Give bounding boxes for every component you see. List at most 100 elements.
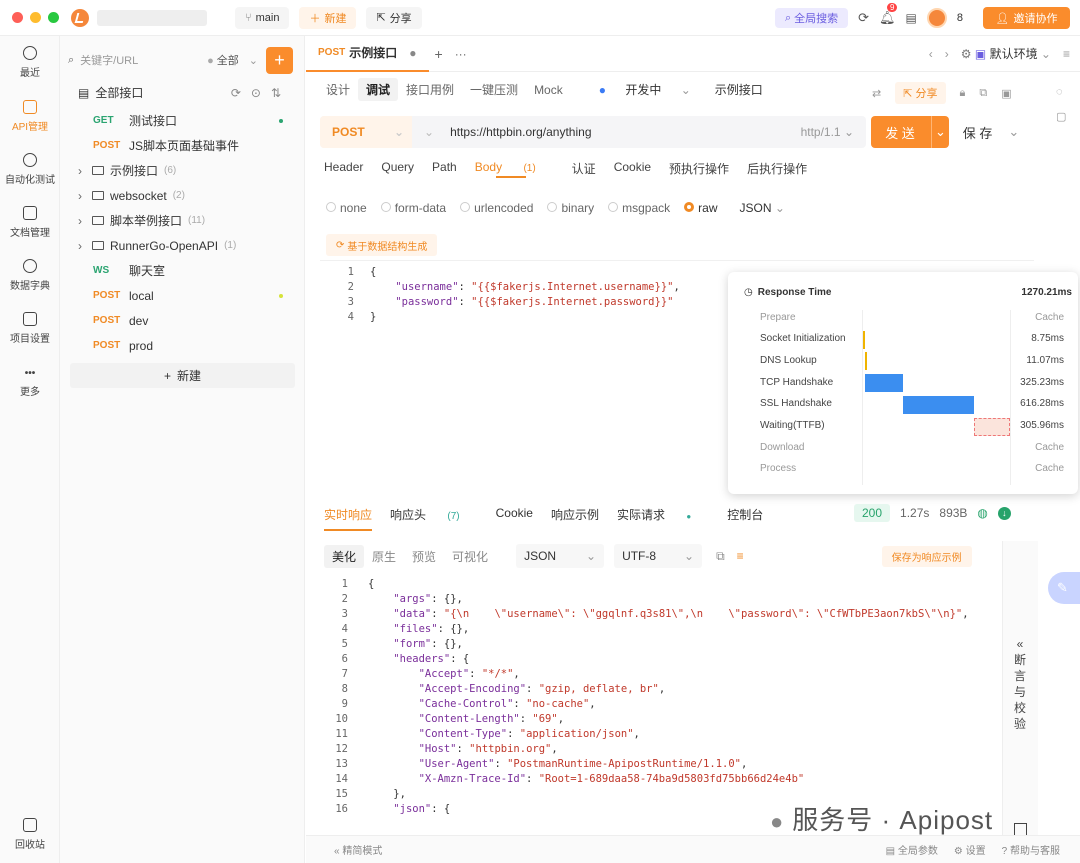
global-params-button[interactable]: ▤ 全局参数 xyxy=(886,842,938,857)
raw-format-select[interactable]: JSON ⌄ xyxy=(740,201,785,215)
minimize-window-button[interactable] xyxy=(30,12,41,23)
view-preview[interactable]: 预览 xyxy=(404,548,444,565)
method-select[interactable]: POST ⌄ xyxy=(320,116,412,148)
api-name[interactable]: 示例接口 xyxy=(707,81,771,98)
tree-item[interactable]: POST local xyxy=(60,283,305,308)
tree-filter-select[interactable]: ● 全部 ⌄ xyxy=(207,52,258,68)
nav-api-management[interactable]: API管理 xyxy=(0,90,60,143)
tab-live-response[interactable]: 实时响应 xyxy=(324,506,373,531)
send-button[interactable]: 发 送 ⌄ xyxy=(871,116,949,148)
help-button[interactable]: ? 帮助与客服 xyxy=(1002,842,1060,857)
tree-search-input[interactable]: ⌕ 关键字/URL ● 全部 ⌄ xyxy=(68,46,258,74)
tab-post-script[interactable]: 后执行操作 xyxy=(747,160,807,177)
tree-root[interactable]: ▤ 全部接口 ⟳⊙⇅ xyxy=(60,80,305,105)
menu-icon[interactable]: ≡ xyxy=(1063,47,1070,61)
assert-panel-toggle[interactable]: « 断言与校验 xyxy=(1002,541,1038,841)
tree-folder[interactable]: › RunnerGo-OpenAPI (1) xyxy=(60,233,305,258)
new-button[interactable]: ＋新建 xyxy=(299,6,357,29)
chevron-down-icon[interactable]: ⌄ xyxy=(424,125,434,139)
invite-button[interactable]: 👤︎ 邀请协作 xyxy=(983,7,1070,29)
tree-item[interactable]: POST JS脚本页面基础事件 xyxy=(60,133,305,158)
next-tab-icon[interactable]: › xyxy=(945,47,949,61)
global-search-button[interactable]: ⌕ 全局搜索 xyxy=(774,8,849,28)
tree-item[interactable]: WS 聊天室 xyxy=(60,258,305,283)
tree-item[interactable]: POST prod xyxy=(60,333,305,358)
maximize-window-button[interactable] xyxy=(48,12,59,23)
subtab-mock[interactable]: Mock xyxy=(526,83,571,97)
tab-response-headers[interactable]: 响应头 (7) xyxy=(390,506,478,531)
status-select[interactable]: ● 开发中 ⌄ xyxy=(583,81,707,98)
nav-automation[interactable]: 自动化测试 xyxy=(0,143,60,196)
add-api-button[interactable]: + xyxy=(266,47,293,74)
tab-actual-request[interactable]: 实际请求 ● xyxy=(617,506,709,531)
wrap-icon[interactable]: ≡ xyxy=(737,549,744,563)
url-input[interactable]: https://httpbin.org/anything xyxy=(450,125,591,139)
tab-response-cookie[interactable]: Cookie xyxy=(496,506,533,531)
close-window-button[interactable] xyxy=(12,12,23,23)
subtab-cases[interactable]: 接口用例 xyxy=(398,81,462,98)
subtab-design[interactable]: 设计 xyxy=(318,81,358,98)
notification-icon[interactable]: 🔔︎ 9 xyxy=(879,3,898,26)
tab-query[interactable]: Query xyxy=(381,160,414,177)
view-visual[interactable]: 可视化 xyxy=(444,548,496,565)
nav-trash[interactable]: 回收站 xyxy=(0,808,60,861)
tab-example-api[interactable]: POST 示例接口 ● xyxy=(306,35,429,72)
view-raw[interactable]: 原生 xyxy=(364,548,404,565)
tree-item[interactable]: POST dev xyxy=(60,308,305,333)
radio-raw[interactable]: raw xyxy=(684,201,718,215)
tab-path[interactable]: Path xyxy=(432,160,457,177)
avatar[interactable] xyxy=(926,8,947,28)
format-icon[interactable]: ⇄ xyxy=(872,87,881,100)
tab-pre-script[interactable]: 预执行操作 xyxy=(669,160,729,177)
generate-from-schema-button[interactable]: ⟳ 基于数据结构生成 xyxy=(326,234,438,256)
share-button[interactable]: ⇱ 分享 xyxy=(366,6,422,29)
save-as-example-button[interactable]: 保存为响应示例 xyxy=(881,545,972,567)
globe-icon[interactable]: ◍ xyxy=(977,506,987,520)
subtab-stress[interactable]: 一键压测 xyxy=(462,81,526,98)
nav-docs[interactable]: 文档管理 xyxy=(0,196,60,249)
tab-response-example[interactable]: 响应示例 xyxy=(551,506,599,531)
task-icon[interactable]: ▤ xyxy=(906,11,917,25)
tree-item[interactable]: GET 测试接口 xyxy=(60,108,305,133)
copy-icon[interactable]: ⧉ xyxy=(716,549,725,564)
lock-icon[interactable]: 🔒︎ xyxy=(960,87,966,100)
nav-recent[interactable]: 最近 xyxy=(0,36,60,89)
radio-binary[interactable]: binary xyxy=(547,201,594,215)
env-select[interactable]: ⚙ ▣ 默认环境 ⌄ xyxy=(961,45,1051,62)
tab-console[interactable]: 控制台 xyxy=(727,506,763,531)
settings-button[interactable]: ⚙ 设置 xyxy=(954,842,986,857)
project-name-blurred[interactable] xyxy=(97,9,207,26)
tab-dot-icon[interactable]: ● xyxy=(409,46,416,60)
sync-icon[interactable]: ⟳ xyxy=(858,10,869,26)
more-tabs-icon[interactable]: ··· xyxy=(455,47,467,61)
comment-icon[interactable]: ◌ xyxy=(1056,86,1063,98)
copy-icon[interactable]: ⧉ xyxy=(979,87,987,100)
radio-urlencoded[interactable]: urlencoded xyxy=(460,201,533,215)
radio-none[interactable]: none xyxy=(326,201,367,215)
view-pretty[interactable]: 美化 xyxy=(324,544,365,568)
resp-format-select[interactable]: JSON ⌄ xyxy=(516,544,605,568)
prev-tab-icon[interactable]: ‹ xyxy=(929,47,933,61)
response-time-value[interactable]: 1.27s xyxy=(900,506,929,520)
tree-new-button[interactable]: + 新建 xyxy=(70,363,295,388)
radio-msgpack[interactable]: msgpack xyxy=(608,201,670,215)
save-local-icon[interactable]: ▣ xyxy=(1001,87,1011,100)
code-icon[interactable]: ▢ xyxy=(1056,111,1066,123)
nav-settings[interactable]: 项目设置 xyxy=(0,302,60,355)
tree-folder[interactable]: › 脚本举例接口 (11) xyxy=(60,208,305,233)
tree-tools[interactable]: ⟳⊙⇅ xyxy=(231,86,291,100)
nav-more[interactable]: ••• 更多 xyxy=(0,356,60,409)
download-icon[interactable]: ↓ xyxy=(997,506,1011,520)
tab-cookie[interactable]: Cookie xyxy=(614,160,651,177)
branch-button[interactable]: ⑂ main xyxy=(235,6,290,29)
tree-folder[interactable]: › 示例接口 (6) xyxy=(60,158,305,183)
compact-mode-toggle[interactable]: « 精简模式 xyxy=(334,842,382,857)
assistant-float-button[interactable]: ✎ xyxy=(1048,572,1080,604)
tab-header[interactable]: Header xyxy=(324,160,363,177)
share-api-button[interactable]: ⇱ 分享 xyxy=(895,82,946,104)
add-tab-icon[interactable]: + xyxy=(435,46,443,62)
encoding-select[interactable]: UTF-8 ⌄ xyxy=(614,544,703,568)
tree-folder[interactable]: › websocket (2) xyxy=(60,183,305,208)
radio-form-data[interactable]: form-data xyxy=(380,201,446,215)
protocol-select[interactable]: http/1.1 ⌄ xyxy=(801,125,854,139)
